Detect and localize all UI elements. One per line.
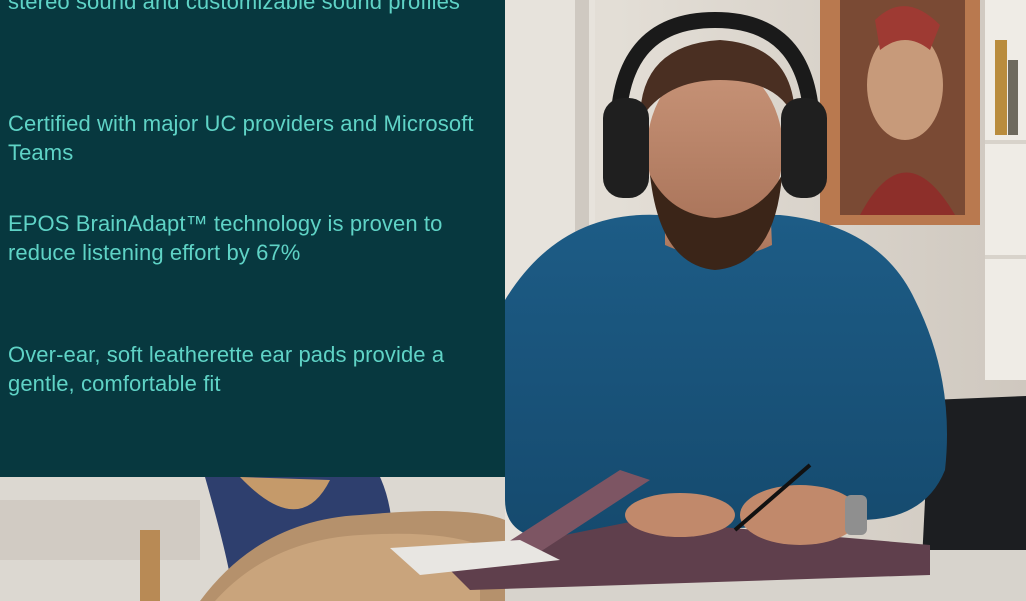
feature-item-text: Over-ear, soft leatherette ear pads prov… bbox=[8, 342, 445, 396]
feature-item-text: stereo sound and customizable sound prof… bbox=[8, 0, 461, 14]
feature-item-sound: stereo sound and customizable sound prof… bbox=[8, 0, 488, 16]
feature-item-text: Certified with major UC providers and Mi… bbox=[8, 111, 474, 165]
feature-item-text: EPOS BrainAdapt™ technology is proven to… bbox=[8, 211, 443, 265]
feature-item-certification: Certified with major UC providers and Mi… bbox=[8, 109, 488, 167]
feature-item-ear-pads: Over-ear, soft leatherette ear pads prov… bbox=[8, 340, 488, 398]
features-panel: stereo sound and customizable sound prof… bbox=[0, 0, 505, 477]
feature-item-brainadapt: EPOS BrainAdapt™ technology is proven to… bbox=[8, 209, 488, 267]
